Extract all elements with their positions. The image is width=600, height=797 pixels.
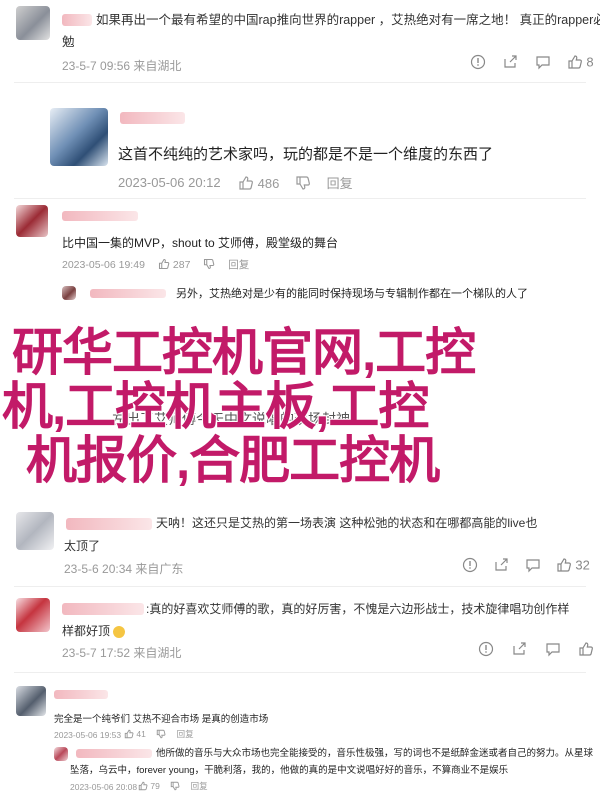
- thumbs-up-icon[interactable]: [578, 641, 594, 660]
- avatar[interactable]: [16, 6, 50, 40]
- reply-button[interactable]: 回复: [191, 781, 208, 791]
- comment-text: 另外，艾热绝对是少有的能同时保持现场与专辑制作都在一个梯队的人了: [176, 288, 528, 300]
- comment-actions: 32: [462, 557, 590, 576]
- overlay-line-3: 机报价,合肥工控机: [25, 432, 441, 489]
- comment-text: 完全是一个纯爷们 艾热不迎合市场 是真的创造市场: [54, 714, 269, 725]
- thumbs-down-icon[interactable]: [203, 258, 215, 273]
- comment-8: 他所做的音乐与大众市场也完全能接受的，音乐性极强，写的词也不是纸醉金迷或者自己的…: [0, 745, 600, 797]
- like-count: 41: [136, 729, 146, 739]
- like-count: 8: [586, 54, 594, 70]
- comment-text: 天呐！这还只是艾热的第一场表演 这种松弛的状态和在哪都高能的live也: [156, 516, 538, 530]
- divider: [14, 672, 586, 673]
- comment-text: 他所做的音乐与大众市场也完全能接受的，音乐性极强，写的词也不是纸醉金迷或者自己的…: [156, 748, 594, 759]
- divider: [14, 586, 586, 587]
- reply-button[interactable]: 回复: [327, 176, 353, 191]
- comment-text-continued: 勉: [62, 35, 75, 49]
- comment-actions: 8: [470, 54, 594, 73]
- share-icon[interactable]: [493, 557, 509, 576]
- like-count: 79: [150, 781, 160, 791]
- comment-text: 如果再出一个最有希望的中国rap推向世界的rapper ，艾热绝对有一席之地！ …: [96, 13, 600, 27]
- avatar[interactable]: [62, 286, 76, 300]
- username[interactable]: [90, 289, 166, 298]
- comment-1: 如果再出一个最有希望的中国rap推向世界的rapper ，艾热绝对有一席之地！ …: [0, 0, 600, 80]
- username[interactable]: [54, 690, 108, 699]
- thumbs-down-icon[interactable]: [156, 729, 166, 741]
- comment-meta: 2023-05-06 20:08: [70, 782, 138, 792]
- comment-3: 比中国一集的MVP，shout to 艾师傅，殿堂级的舞台 2023-05-06…: [0, 203, 600, 283]
- comment-meta: 23-5-6 20:34 来自广东: [64, 562, 184, 576]
- reply-button[interactable]: 回复: [228, 259, 249, 271]
- comment-text: 这首不纯纯的艺术家吗，玩的都是不是一个维度的东西了: [118, 146, 494, 163]
- comment-icon[interactable]: [545, 641, 561, 660]
- thumbs-up-icon[interactable]: [238, 175, 254, 194]
- report-icon[interactable]: [462, 557, 478, 576]
- overlay-line-2: 机,工控机主板,工控: [1, 378, 430, 435]
- comment-meta: 23-5-7 09:56 来自湖北: [62, 59, 182, 73]
- username[interactable]: [76, 749, 152, 758]
- like-count: 486: [257, 176, 280, 191]
- comment-6: :真的好喜欢艾师傅的歌，真的好厉害，不愧是六边形战士，技术旋律唱功创作样 样都好…: [0, 590, 600, 666]
- username[interactable]: [62, 211, 138, 221]
- avatar[interactable]: [16, 686, 46, 716]
- comment-meta: 23-5-7 17:52 来自湖北: [62, 646, 182, 660]
- comment-7: 完全是一个纯爷们 艾热不迎合市场 是真的创造市场 2023-05-06 19:5…: [0, 680, 600, 740]
- username[interactable]: [120, 112, 185, 124]
- username[interactable]: [66, 518, 152, 530]
- like-count: 32: [575, 557, 590, 573]
- comment-icon[interactable]: [525, 557, 541, 576]
- comment-text-continued: 太顶了: [64, 539, 101, 553]
- comment-actions: [478, 641, 594, 660]
- reply-button[interactable]: 回复: [177, 729, 194, 739]
- avatar[interactable]: [16, 205, 48, 237]
- comment-text: 比中国一集的MVP，shout to 艾师傅，殿堂级的舞台: [62, 236, 339, 250]
- comment-4: 另外，艾热绝对是少有的能同时保持现场与专辑制作都在一个梯队的人了: [0, 283, 600, 329]
- comment-meta: 2023-05-06 20:12: [118, 175, 221, 190]
- comment-5: 天呐！这还只是艾热的第一场表演 这种松弛的状态和在哪都高能的live也 太顶了 …: [0, 500, 600, 582]
- avatar[interactable]: [54, 747, 68, 761]
- thumbs-down-icon[interactable]: [170, 781, 180, 793]
- overlay-title: 研华工控机官网,工控 机,工控机主板,工控 机报价,合肥工控机: [1, 324, 592, 489]
- comment-meta: 2023-05-06 19:53: [54, 730, 122, 740]
- comment-text-continued: 样都好顶: [62, 623, 126, 639]
- comment-actions: 486 回复: [238, 173, 353, 194]
- comment-actions: 41 回复: [124, 728, 194, 741]
- divider: [14, 82, 586, 83]
- divider: [14, 198, 586, 199]
- report-icon[interactable]: [470, 54, 486, 73]
- thumbs-up-icon[interactable]: [124, 729, 134, 741]
- avatar[interactable]: [16, 512, 54, 550]
- thumbs-up-icon[interactable]: [158, 258, 170, 273]
- avatar[interactable]: [50, 108, 108, 166]
- overlay-line-1: 研华工控机官网,工控: [11, 324, 477, 381]
- comment-text-part: 样都好顶: [62, 624, 111, 638]
- comment-text: :真的好喜欢艾师傅的歌，真的好厉害，不愧是六边形战士，技术旋律唱功创作样: [146, 602, 570, 616]
- comment-meta: 2023-05-06 19:49: [62, 259, 145, 271]
- username[interactable]: [62, 603, 144, 615]
- avatar[interactable]: [16, 598, 50, 632]
- share-icon[interactable]: [511, 641, 527, 660]
- comment-2: 这首不纯纯的艺术家吗，玩的都是不是一个维度的东西了 2023-05-06 20:…: [0, 98, 600, 198]
- emoji-icon: [113, 625, 126, 638]
- comment-actions: 287 回复: [158, 257, 249, 273]
- username[interactable]: [62, 14, 92, 26]
- report-icon[interactable]: [478, 641, 494, 660]
- comment-actions: 79 回复: [138, 780, 208, 793]
- like-count: 287: [172, 259, 191, 271]
- share-icon[interactable]: [502, 54, 518, 73]
- comment-icon[interactable]: [535, 54, 551, 73]
- thumbs-up-icon[interactable]: [567, 54, 583, 73]
- thumbs-up-icon[interactable]: [138, 781, 148, 793]
- thumbs-down-icon[interactable]: [295, 175, 311, 194]
- comment-text-continued: 坠落，乌云中，forever young，干脆利落，我的，他做的真的是中文说唱好…: [70, 765, 509, 776]
- thumbs-up-icon[interactable]: [556, 557, 572, 576]
